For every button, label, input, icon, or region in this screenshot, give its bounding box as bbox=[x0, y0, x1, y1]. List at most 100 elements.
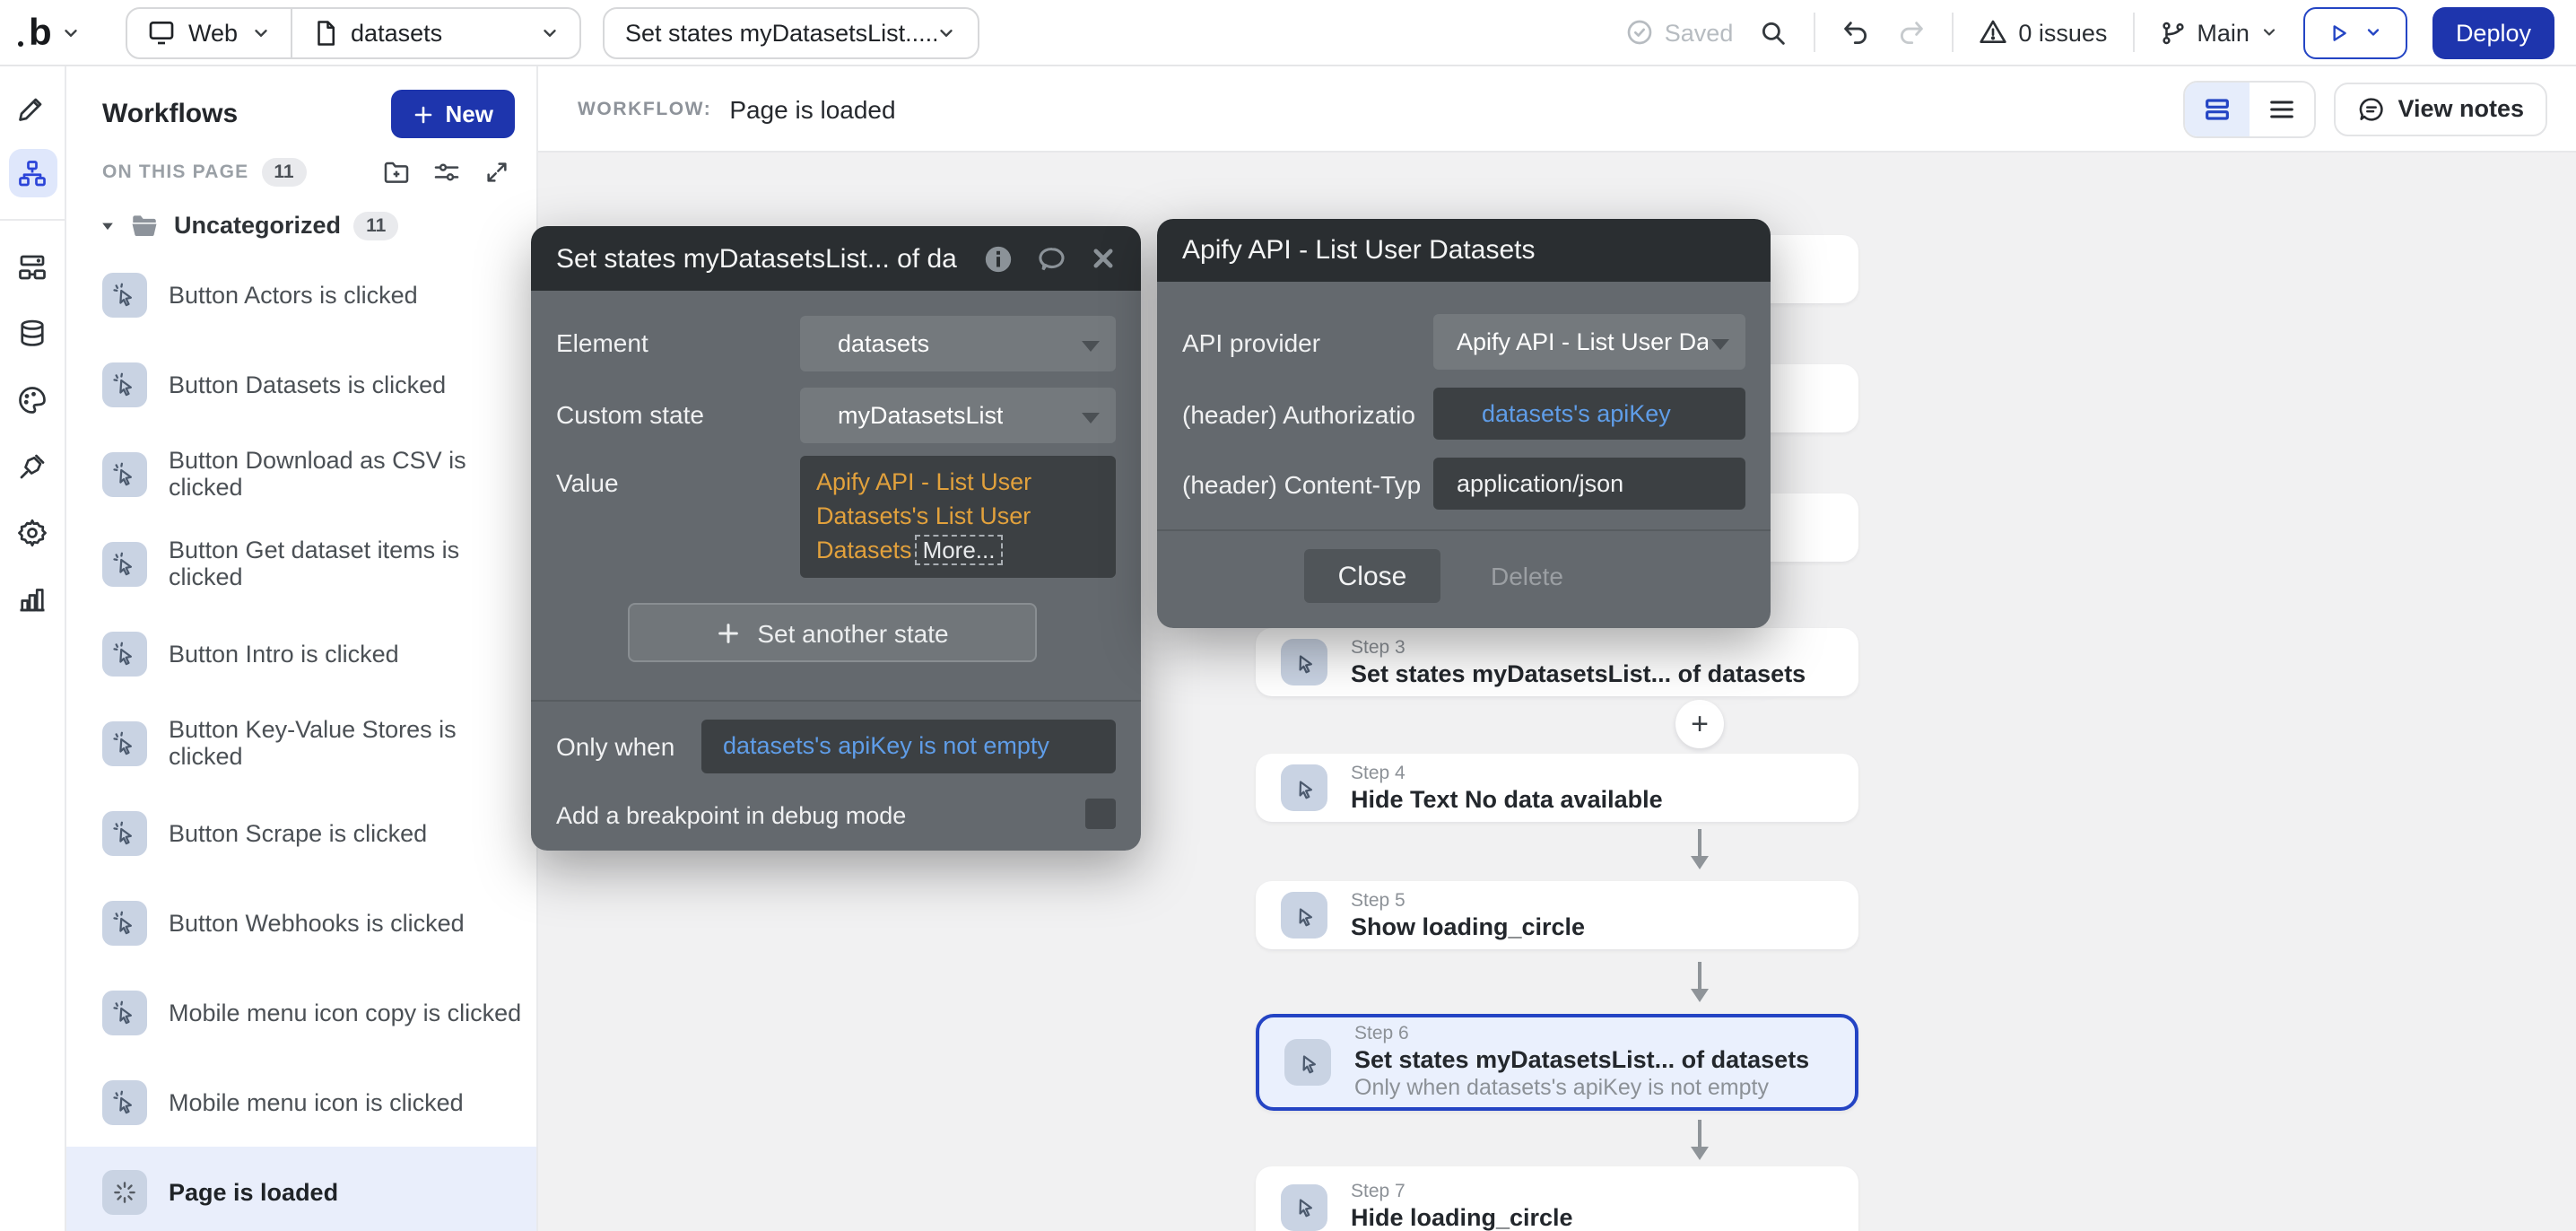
step-card[interactable]: Step 7 Hide loading_circle bbox=[1256, 1166, 1858, 1231]
design-tab[interactable] bbox=[8, 83, 57, 131]
view-notes-button[interactable]: View notes bbox=[2333, 82, 2547, 135]
workflow-list-item[interactable]: Button Scrape is clicked bbox=[66, 788, 536, 877]
monitor-icon bbox=[147, 18, 176, 47]
workflow-list-item-selected[interactable]: Page is loaded bbox=[66, 1147, 536, 1231]
workflow-list-item[interactable]: Mobile menu icon is clicked bbox=[66, 1057, 536, 1147]
app-menu[interactable]: b bbox=[18, 13, 100, 51]
workflow-list-item[interactable]: Button Webhooks is clicked bbox=[66, 877, 536, 967]
api-provider-label: API provider bbox=[1182, 328, 1320, 357]
workflows-panel: Workflows New ON THIS PAGE 11 bbox=[66, 66, 538, 1231]
content-type-label: (header) Content-Typ bbox=[1182, 470, 1421, 499]
workflow-list-item[interactable]: Mobile menu icon copy is clicked bbox=[66, 967, 536, 1057]
step-card[interactable]: Step 3 Set states myDatasetsList... of d… bbox=[1256, 628, 1858, 696]
search-button[interactable] bbox=[1758, 17, 1788, 48]
divider bbox=[2132, 13, 2134, 52]
filter-button[interactable] bbox=[432, 158, 461, 187]
view-toggle bbox=[2182, 80, 2315, 137]
top-bar: b Web datasets Set states myDatasetsList… bbox=[0, 0, 2576, 66]
step-title: Set states myDatasetsList... of datasets bbox=[1351, 659, 1806, 688]
folder-uncategorized[interactable]: Uncategorized 11 bbox=[66, 210, 536, 240]
branch-selector[interactable]: Main bbox=[2159, 19, 2278, 46]
cards-view-button[interactable] bbox=[2184, 82, 2249, 135]
cursor-click-icon bbox=[1284, 1039, 1331, 1086]
dialog-title: Set states myDatasetsList... of da bbox=[556, 243, 965, 274]
chevron-down-icon bbox=[250, 22, 270, 42]
info-button[interactable] bbox=[983, 243, 1014, 274]
cursor-click-icon bbox=[102, 900, 147, 945]
set-another-state-button[interactable]: Set another state bbox=[628, 603, 1037, 662]
cursor-click-icon bbox=[102, 990, 147, 1035]
undo-button[interactable] bbox=[1841, 17, 1871, 48]
add-folder-button[interactable] bbox=[382, 158, 411, 187]
add-step-button[interactable]: + bbox=[1675, 700, 1724, 748]
comment-icon bbox=[1037, 243, 1067, 274]
step-card-selected[interactable]: Step 6 Set states myDatasetsList... of d… bbox=[1256, 1014, 1858, 1111]
branch-label: Main bbox=[2197, 19, 2250, 46]
more-button[interactable]: More... bbox=[916, 535, 1003, 565]
workflow-list-item[interactable]: Button Datasets is clicked bbox=[66, 339, 536, 429]
step-title: Set states myDatasetsList... of datasets bbox=[1354, 1046, 1809, 1075]
value-expression-input[interactable]: Apify API - List User Datasets's List Us… bbox=[800, 456, 1116, 578]
workflow-list-item[interactable]: Button Download as CSV is clicked bbox=[66, 429, 536, 519]
breakpoint-checkbox[interactable] bbox=[1085, 799, 1116, 829]
close-dialog-button[interactable]: Close bbox=[1304, 549, 1440, 603]
workflow-kicker: WORKFLOW: bbox=[578, 98, 711, 119]
dialog-body: Element datasets Custom state myDatasets… bbox=[531, 291, 1141, 851]
step-number: Step 5 bbox=[1351, 889, 1585, 912]
step-number: Step 3 bbox=[1351, 636, 1806, 659]
spinner-icon bbox=[102, 1169, 147, 1214]
element-dropdown[interactable]: datasets bbox=[800, 316, 1116, 371]
components-tab[interactable] bbox=[8, 242, 57, 291]
plugins-tab[interactable] bbox=[8, 441, 57, 490]
workflow-list-item[interactable]: Button Key-Value Stores is clicked bbox=[66, 698, 536, 788]
platform-selector[interactable]: Web bbox=[127, 8, 290, 57]
preview-run-button[interactable] bbox=[2303, 6, 2407, 58]
warning-icon bbox=[1979, 18, 2007, 47]
expand-button[interactable] bbox=[483, 158, 511, 187]
new-workflow-button[interactable]: New bbox=[392, 90, 515, 138]
step-title: Show loading_circle bbox=[1351, 912, 1585, 941]
workflow-tab[interactable] bbox=[8, 149, 57, 197]
auth-header-input[interactable]: datasets's apiKey bbox=[1433, 388, 1745, 440]
page-selector[interactable]: datasets bbox=[292, 8, 579, 57]
workflow-list-item[interactable]: Button Intro is clicked bbox=[66, 608, 536, 698]
delete-button[interactable]: Delete bbox=[1491, 562, 1563, 590]
caret-down-icon bbox=[1082, 340, 1100, 351]
api-provider-dropdown[interactable]: Apify API - List User Dat... bbox=[1433, 314, 1745, 370]
chevron-down-icon bbox=[2260, 23, 2278, 41]
close-button[interactable] bbox=[1091, 246, 1116, 271]
saved-status: Saved bbox=[1625, 18, 1734, 47]
comment-button[interactable] bbox=[1037, 243, 1067, 274]
list-view-button[interactable] bbox=[2249, 82, 2313, 135]
value-label: Value bbox=[556, 468, 619, 497]
settings-tab[interactable] bbox=[8, 508, 57, 556]
redo-button[interactable] bbox=[1896, 17, 1927, 48]
custom-state-dropdown[interactable]: myDatasetsList bbox=[800, 388, 1116, 443]
dialog-header[interactable]: Apify API - List User Datasets bbox=[1157, 219, 1771, 282]
left-icon-rail bbox=[0, 66, 66, 1231]
workflow-list-item[interactable]: Button Get dataset items is clicked bbox=[66, 519, 536, 608]
folder-count: 11 bbox=[353, 211, 398, 240]
logs-tab[interactable] bbox=[8, 574, 57, 623]
step-card[interactable]: Step 4 Hide Text No data available bbox=[1256, 754, 1858, 822]
auth-header-label: (header) Authorizatio bbox=[1182, 400, 1415, 429]
custom-state-label: Custom state bbox=[556, 400, 704, 429]
branch-icon bbox=[2159, 19, 2186, 46]
dialog-header[interactable]: Set states myDatasetsList... of da bbox=[531, 226, 1141, 291]
check-circle-icon bbox=[1625, 18, 1654, 47]
data-tab[interactable] bbox=[8, 309, 57, 357]
step-card[interactable]: Step 5 Show loading_circle bbox=[1256, 881, 1858, 949]
deploy-button[interactable]: Deploy bbox=[2432, 6, 2554, 58]
content-type-input[interactable]: application/json bbox=[1433, 458, 1745, 510]
only-when-input[interactable]: datasets's apiKey is not empty bbox=[701, 720, 1116, 773]
issues-button[interactable]: 0 issues bbox=[1979, 18, 2107, 47]
info-icon bbox=[983, 243, 1014, 274]
divider bbox=[531, 700, 1141, 702]
chart-icon bbox=[16, 582, 48, 615]
rows-view-icon bbox=[2202, 94, 2231, 123]
workflow-list-item[interactable]: Button Actors is clicked bbox=[66, 249, 536, 339]
filters-icon bbox=[432, 158, 461, 187]
saved-label: Saved bbox=[1665, 19, 1734, 46]
workflow-selector[interactable]: Set states myDatasetsList..... bbox=[602, 6, 979, 58]
styles-tab[interactable] bbox=[8, 375, 57, 423]
